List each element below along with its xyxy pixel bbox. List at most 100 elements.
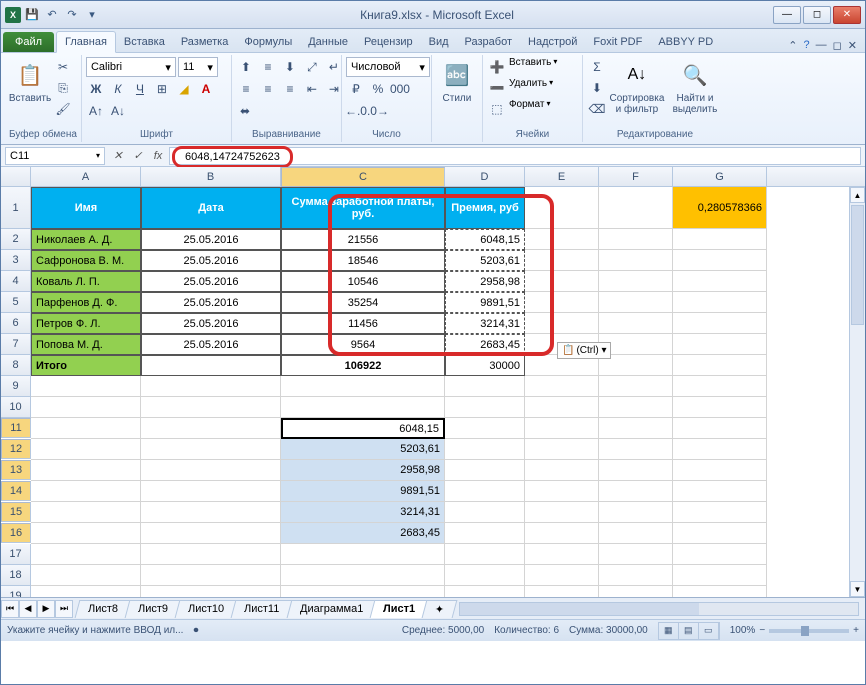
cell[interactable] xyxy=(599,460,673,481)
cell[interactable] xyxy=(673,565,767,586)
scroll-up-button[interactable]: ▲ xyxy=(850,187,865,203)
copy-button[interactable]: ⎘ xyxy=(53,78,73,98)
qat-dropdown[interactable]: ▾ xyxy=(83,6,101,24)
cell[interactable] xyxy=(525,502,599,523)
clear-button[interactable]: ⌫ xyxy=(587,99,607,119)
file-tab[interactable]: Файл xyxy=(3,32,54,52)
tab-foxit[interactable]: Foxit PDF xyxy=(585,32,650,52)
header-salary[interactable]: Сумма заработной платы, руб. xyxy=(281,187,445,229)
decrease-font-button[interactable]: A↓ xyxy=(108,101,128,121)
cell[interactable] xyxy=(525,523,599,544)
vertical-scrollbar[interactable]: ▲ ▼ xyxy=(849,187,865,597)
orientation-button[interactable]: ⤢ xyxy=(302,57,322,77)
zoom-in-button[interactable]: + xyxy=(853,625,859,636)
cell[interactable] xyxy=(31,439,141,460)
cell-bonus[interactable]: 2958,98 xyxy=(445,271,525,292)
cell[interactable] xyxy=(445,565,525,586)
cell-bonus[interactable]: 2683,45 xyxy=(445,334,525,355)
cell-salary[interactable]: 21556 xyxy=(281,229,445,250)
save-button[interactable]: 💾 xyxy=(23,6,41,24)
border-button[interactable]: ⊞ xyxy=(152,79,172,99)
cell-date[interactable]: 25.05.2016 xyxy=(141,313,281,334)
cell[interactable] xyxy=(31,418,141,439)
cell[interactable] xyxy=(141,355,281,376)
font-size-select[interactable]: 11▾ xyxy=(178,57,218,77)
cell[interactable] xyxy=(281,586,445,597)
formula-input[interactable]: 6048,14724752623 xyxy=(169,147,861,165)
cell[interactable] xyxy=(673,376,767,397)
cell[interactable] xyxy=(445,460,525,481)
zoom-slider[interactable] xyxy=(769,629,849,633)
select-all-button[interactable] xyxy=(1,167,31,186)
cell-selected[interactable]: 2683,45 xyxy=(281,523,445,544)
zoom-level[interactable]: 100% xyxy=(730,625,756,636)
doc-close-icon[interactable]: ✕ xyxy=(848,39,857,52)
cell[interactable] xyxy=(445,397,525,418)
row-header[interactable]: 11 xyxy=(1,418,31,438)
cell[interactable] xyxy=(141,397,281,418)
sheet-tab[interactable]: Лист9 xyxy=(125,600,182,618)
row-header[interactable]: 2 xyxy=(1,229,31,250)
row-header[interactable]: 1 xyxy=(1,187,31,229)
cell[interactable] xyxy=(281,565,445,586)
cell[interactable] xyxy=(141,544,281,565)
col-header-C[interactable]: C xyxy=(281,167,445,187)
sort-filter-button[interactable]: A↓ Сортировка и фильтр xyxy=(609,57,665,123)
scroll-down-button[interactable]: ▼ xyxy=(850,581,865,597)
tab-formulas[interactable]: Формулы xyxy=(236,32,300,52)
align-right-button[interactable]: ≡ xyxy=(280,79,300,99)
cell-bonus[interactable]: 6048,15 xyxy=(445,229,525,250)
cell[interactable] xyxy=(445,418,525,439)
bold-button[interactable]: Ж xyxy=(86,79,106,99)
sheet-nav-first[interactable]: ⏮ xyxy=(1,600,19,618)
cell-date[interactable]: 25.05.2016 xyxy=(141,271,281,292)
tab-data[interactable]: Данные xyxy=(300,32,356,52)
cell[interactable] xyxy=(31,523,141,544)
cell-name[interactable]: Сафронова В. М. xyxy=(31,250,141,271)
wrap-text-button[interactable]: ↵ xyxy=(324,57,344,77)
cell[interactable] xyxy=(599,481,673,502)
help-icon[interactable]: ? xyxy=(804,39,810,52)
cell[interactable] xyxy=(31,397,141,418)
decrease-decimal-button[interactable]: .0→ xyxy=(368,101,388,121)
cell-date[interactable]: 25.05.2016 xyxy=(141,250,281,271)
cell[interactable] xyxy=(525,187,599,229)
cell[interactable] xyxy=(673,334,767,355)
cell[interactable] xyxy=(599,313,673,334)
row-header[interactable]: 13 xyxy=(1,460,31,480)
minimize-button[interactable]: — xyxy=(773,6,801,24)
horizontal-scrollbar[interactable] xyxy=(459,602,859,616)
cell[interactable] xyxy=(141,418,281,439)
fx-icon[interactable]: fx xyxy=(149,147,167,165)
cell[interactable] xyxy=(599,565,673,586)
cell[interactable] xyxy=(281,397,445,418)
paste-button[interactable]: 📋 Вставить xyxy=(9,57,51,123)
tab-review[interactable]: Рецензир xyxy=(356,32,421,52)
comma-button[interactable]: 000 xyxy=(390,79,410,99)
cell-selected[interactable]: 6048,15 xyxy=(281,418,445,439)
cell-salary[interactable]: 9564 xyxy=(281,334,445,355)
autosum-button[interactable]: Σ xyxy=(587,57,607,77)
cell[interactable] xyxy=(525,271,599,292)
cell[interactable] xyxy=(31,565,141,586)
row-header[interactable]: 18 xyxy=(1,565,31,586)
row-header[interactable]: 7 xyxy=(1,334,31,355)
cell[interactable] xyxy=(445,376,525,397)
cell[interactable] xyxy=(599,292,673,313)
cell-selected[interactable]: 9891,51 xyxy=(281,481,445,502)
fill-color-button[interactable]: ◢ xyxy=(174,79,194,99)
cell-date[interactable]: 25.05.2016 xyxy=(141,334,281,355)
cell-selected[interactable]: 3214,31 xyxy=(281,502,445,523)
cell[interactable] xyxy=(445,523,525,544)
sheet-tab[interactable]: Лист11 xyxy=(231,600,293,618)
sheet-tab[interactable]: Диаграмма1 xyxy=(286,600,376,618)
increase-decimal-button[interactable]: ←.0 xyxy=(346,101,366,121)
cell[interactable] xyxy=(525,229,599,250)
cell-name[interactable]: Попова М. Д. xyxy=(31,334,141,355)
cell[interactable] xyxy=(31,460,141,481)
cell[interactable] xyxy=(599,187,673,229)
cell[interactable] xyxy=(141,439,281,460)
tab-layout[interactable]: Разметка xyxy=(173,32,237,52)
cell[interactable] xyxy=(599,502,673,523)
cell[interactable] xyxy=(31,586,141,597)
